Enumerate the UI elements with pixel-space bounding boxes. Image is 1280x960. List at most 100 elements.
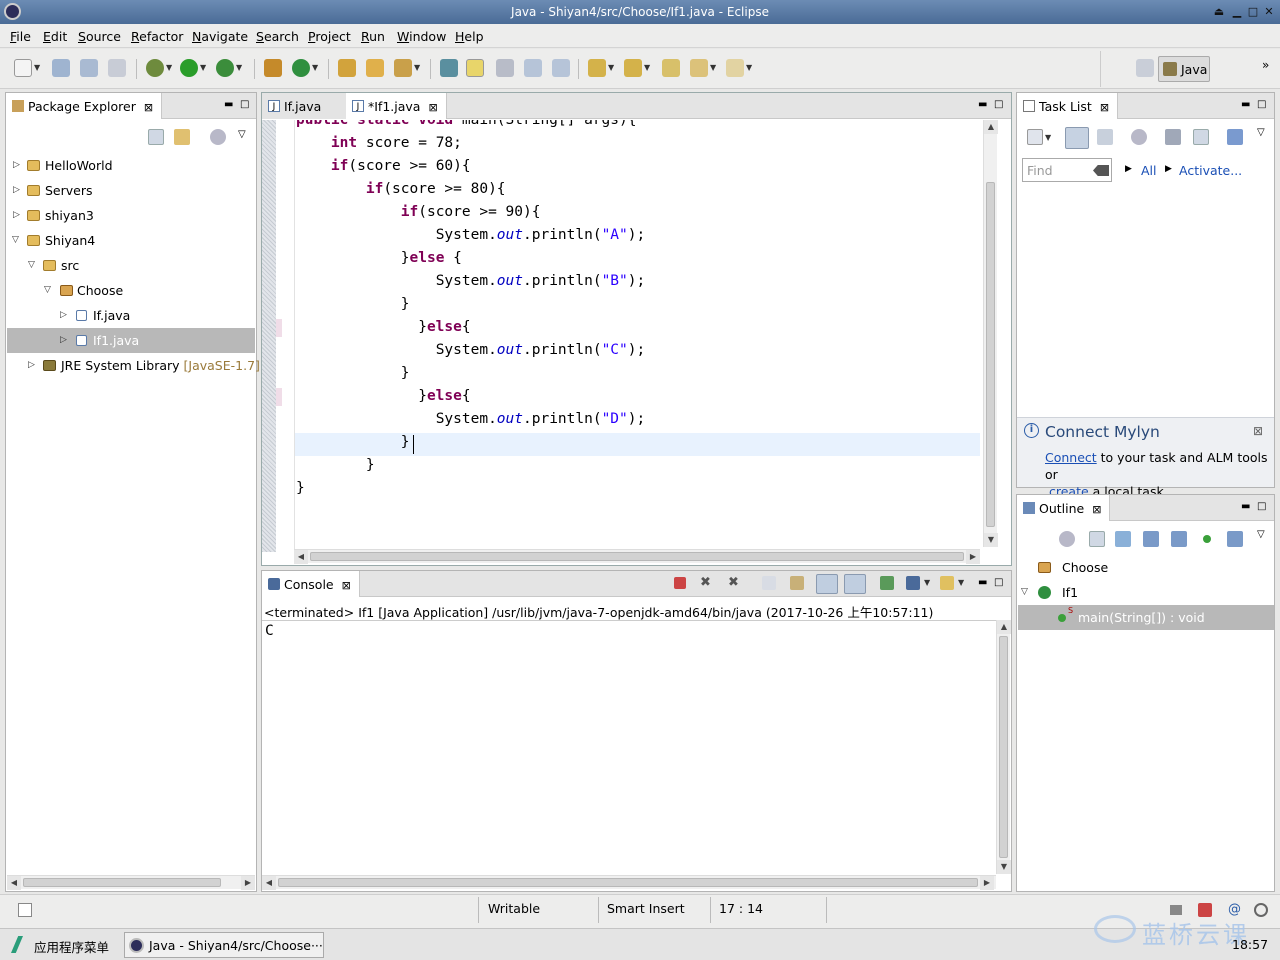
maximize-icon[interactable]: □ [1257,99,1266,110]
search-tool-icon[interactable] [394,59,412,77]
close-icon[interactable]: ⊠ [1092,503,1101,516]
collapse-all-icon[interactable] [1193,129,1209,145]
close-icon[interactable]: ⊠ [342,579,351,592]
expand-icon[interactable]: ▷ [60,328,67,353]
tree-item-if1-java[interactable]: ▷ If1.java [7,328,255,353]
remove-launch-icon[interactable]: ✖ [700,575,711,590]
tree-item-jre-library[interactable]: ▷ JRE System Library [JavaSE-1.7] [7,353,260,378]
save-icon[interactable] [52,59,70,77]
expand-icon[interactable]: ▷ [13,178,20,203]
tree-item-shiyan3[interactable]: ▷ shiyan3 [7,203,255,228]
focus-icon[interactable] [210,129,226,145]
collapse-all-icon[interactable] [1089,531,1105,547]
maximize-icon[interactable]: □ [994,577,1003,588]
scroll-left-icon[interactable]: ◀ [7,876,21,890]
tab-task-list[interactable]: Task List ⊠ [1017,93,1119,119]
minimize-icon[interactable]: ▬ [224,99,233,110]
show-console-icon[interactable] [844,574,866,594]
pin-console-icon[interactable] [880,576,894,590]
scroll-thumb[interactable] [310,552,964,561]
link-editor-icon[interactable] [174,129,190,145]
last-edit-icon[interactable] [662,59,680,77]
new-package-icon[interactable] [264,59,282,77]
open-folder-icon[interactable] [366,59,384,77]
sync-icon[interactable] [1227,129,1243,145]
menu-search[interactable]: Search [256,29,299,44]
tree-item-if-java[interactable]: ▷ If.java [7,303,255,328]
scroll-right-icon[interactable]: ▶ [966,550,980,564]
focus-icon[interactable] [1059,531,1075,547]
minimize-icon[interactable]: ▁ [1230,5,1244,19]
view-menu-icon[interactable]: ▽ [1257,127,1265,138]
scroll-thumb[interactable] [986,182,995,527]
menu-icon[interactable]: ⏏ [1212,5,1226,19]
toggle-mark-icon[interactable] [440,59,458,77]
hide-nonpublic-icon[interactable] [1203,535,1211,543]
collapse-icon[interactable]: ▽ [12,228,19,253]
menu-run[interactable]: Run [361,29,385,44]
new-icon[interactable] [14,59,32,77]
tree-item-helloworld[interactable]: ▷ HelloWorld [7,153,255,178]
heap-icon[interactable] [1170,905,1182,915]
taskbar-window-button[interactable]: Java - Shiyan4/src/Choose··· [124,932,324,958]
scroll-left-icon[interactable]: ◀ [262,876,276,890]
tree-item-shiyan4[interactable]: ▽ Shiyan4 [7,228,255,253]
display-console-icon[interactable] [906,576,920,590]
tab-outline[interactable]: Outline ⊠ [1017,495,1111,521]
tab-package-explorer[interactable]: Package Explorer ⊠ [6,93,163,119]
new-task-icon[interactable] [1027,129,1043,145]
menu-source[interactable]: Source [78,29,121,44]
hide-completed-icon[interactable] [1165,129,1181,145]
remove-all-icon[interactable]: ✖ [728,575,739,590]
menu-project[interactable]: Project [308,29,351,44]
expand-icon[interactable]: ▷ [28,353,35,378]
scroll-thumb[interactable] [278,878,978,887]
next-annotation-icon[interactable] [588,59,606,77]
word-wrap-icon[interactable] [816,574,838,594]
chevron-more-icon[interactable]: » [1262,58,1269,72]
app-menu-icon[interactable] [11,936,23,953]
clear-console-icon[interactable] [762,576,776,590]
menu-edit[interactable]: Edit [43,29,67,44]
java-perspective-button[interactable]: Java [1158,56,1210,82]
connect-link[interactable]: Connect [1045,450,1097,465]
scroll-up-icon[interactable]: ▲ [997,620,1011,634]
external-tools-icon[interactable] [216,59,234,77]
terminate-icon[interactable] [674,577,686,589]
close-icon[interactable]: ⊠ [1253,424,1263,438]
search-status-icon[interactable] [1254,903,1268,917]
hide-fields-icon[interactable] [1143,531,1159,547]
scroll-down-icon[interactable]: ▼ [984,533,998,547]
hide-static-icon[interactable] [1171,531,1187,547]
vertical-scrollbar[interactable]: ▲ ▼ [983,120,998,547]
outline-item-choose[interactable]: Choose [1018,555,1274,580]
menu-file[interactable]: File [10,29,31,44]
debug-icon[interactable] [146,59,164,77]
prev-annotation-icon[interactable] [624,59,642,77]
vertical-scrollbar[interactable]: ▲ ▼ [996,620,1011,874]
print-icon[interactable] [108,59,126,77]
collapse-all-icon[interactable] [148,129,164,145]
expand-icon[interactable]: ▷ [13,203,20,228]
forward-icon[interactable] [726,59,744,77]
horizontal-scrollbar[interactable]: ◀ ▶ [294,549,980,564]
horizontal-scrollbar[interactable]: ◀ ▶ [7,875,255,890]
scroll-lock-icon[interactable] [790,576,804,590]
view-menu-icon[interactable]: ▽ [238,129,246,140]
outline-item-if1[interactable]: ▽ If1 [1018,580,1274,605]
show-whitespace-icon[interactable] [524,59,542,77]
open-console-icon[interactable] [940,576,954,590]
minimize-icon[interactable]: ▬ [978,577,987,588]
open-type-icon[interactable] [338,59,356,77]
minimize-icon[interactable]: ▬ [1241,99,1250,110]
minimize-icon[interactable]: ▬ [1241,501,1250,512]
run-icon[interactable] [180,59,198,77]
expand-icon[interactable]: ▷ [60,303,67,328]
view-menu-icon[interactable]: ▽ [1257,529,1265,540]
new-class-icon[interactable] [292,59,310,77]
maximize-icon[interactable]: □ [240,99,249,110]
maximize-icon[interactable]: □ [1257,501,1266,512]
tree-item-src[interactable]: ▽ src [7,253,255,278]
block-select-icon[interactable] [496,59,514,77]
hide-local-types-icon[interactable] [1227,531,1243,547]
